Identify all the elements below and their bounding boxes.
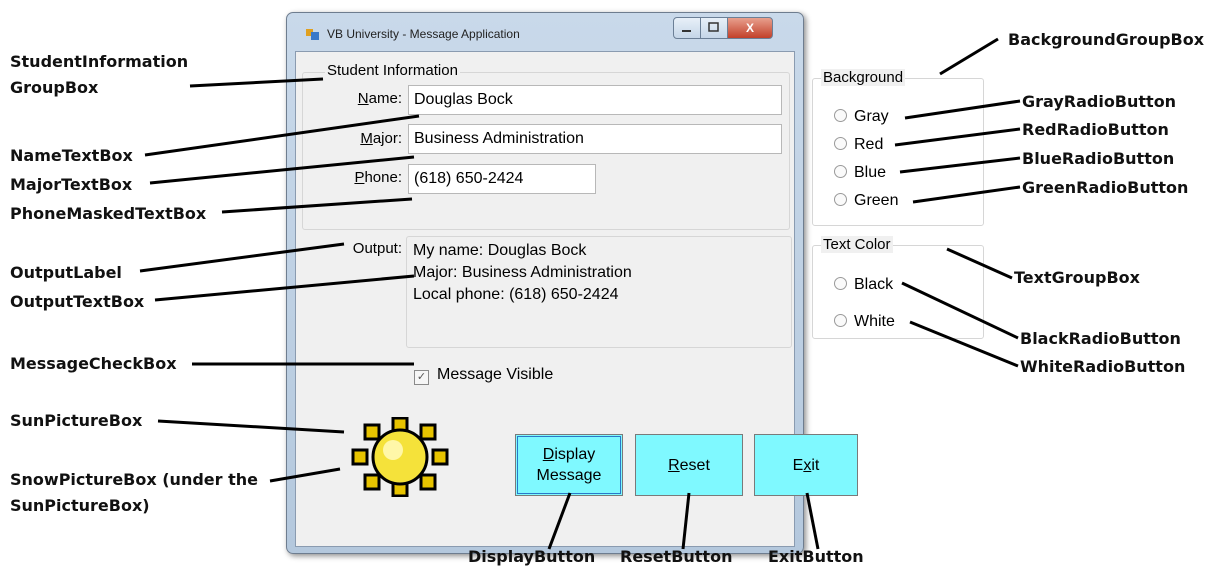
annotation-blue-radio: BlueRadioButton bbox=[1022, 149, 1175, 168]
annotation-snow-picturebox: SnowPictureBox (under the SunPictureBox) bbox=[10, 470, 258, 515]
annotation-output-textbox: OutputTextBox bbox=[10, 292, 145, 311]
annotation-reset-button: ResetButton bbox=[620, 547, 733, 566]
annotation-output-label: OutputLabel bbox=[10, 263, 122, 282]
annotation-name-textbox: NameTextBox bbox=[10, 146, 133, 165]
annotation-sun-picturebox: SunPictureBox bbox=[10, 411, 143, 430]
annotation-major-textbox: MajorTextBox bbox=[10, 175, 133, 194]
annotation-display-button: DisplayButton bbox=[468, 547, 596, 566]
annotation-exit-button: ExitButton bbox=[768, 547, 864, 566]
annotation-background-groupbox: BackgroundGroupBox bbox=[1008, 30, 1205, 49]
annotation-text-groupbox: TextGroupBox bbox=[1014, 268, 1140, 287]
annotation-white-radio: WhiteRadioButton bbox=[1020, 357, 1186, 376]
annotation-student-info: StudentInformation GroupBox bbox=[10, 52, 189, 97]
annotation-green-radio: GreenRadioButton bbox=[1022, 178, 1189, 197]
annotation-phone-masked-textbox: PhoneMaskedTextBox bbox=[10, 204, 207, 223]
annotation-black-radio: BlackRadioButton bbox=[1020, 329, 1181, 348]
annotation-red-radio: RedRadioButton bbox=[1022, 120, 1169, 139]
annotation-gray-radio: GrayRadioButton bbox=[1022, 92, 1177, 111]
annotation-message-checkbox: MessageCheckBox bbox=[10, 354, 177, 373]
